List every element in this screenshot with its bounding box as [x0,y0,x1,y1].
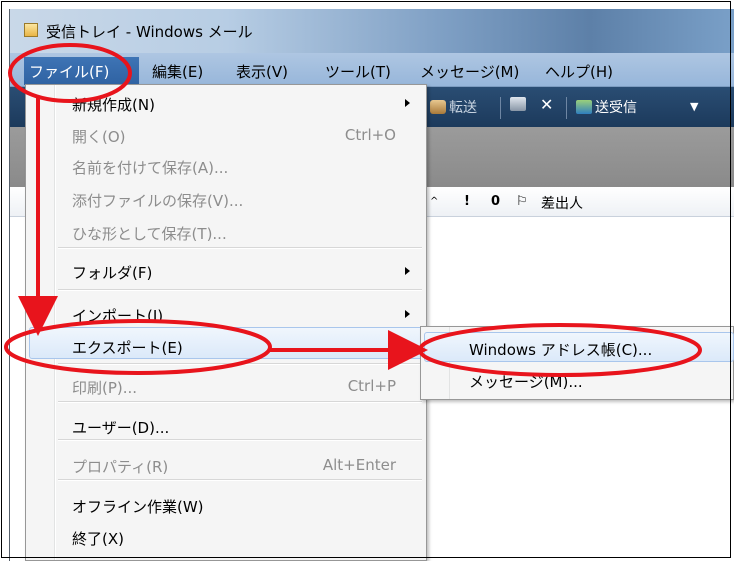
menu-help[interactable]: ヘルプ(H) [545,61,613,82]
menu-item-label: 新規作成(N) [72,96,155,114]
menu-item-label: 終了(X) [72,530,124,548]
menu-item-shortcut: Ctrl+O [344,126,396,144]
menu-bar: ファイル(F) 編集(E) 表示(V) ツール(T) メッセージ(M) ヘルプ(… [10,53,734,87]
chevron-down-icon: ▼ [690,100,699,113]
menu-item-shortcut: Ctrl+P [347,377,396,395]
menu-item-label: フォルダ(F) [72,264,153,282]
menu-item-save-attachments[interactable]: 添付ファイルの保存(V)... [28,184,424,214]
menu-item-identities[interactable]: ユーザー(D)... [28,411,424,441]
menu-separator [58,247,422,249]
forward-button[interactable]: 転送 [430,97,477,117]
delete-icon: ✕ [540,95,554,114]
menu-item-label: 印刷(P)... [72,379,138,397]
menu-item-export[interactable]: エクスポート(E) [28,331,424,361]
window-title: 受信トレイ - Windows メール [46,23,253,41]
menu-view[interactable]: 表示(V) [236,61,288,82]
menu-separator [58,401,422,403]
menu-item-label: エクスポート(E) [72,339,183,357]
submenu-arrow-icon [405,310,410,318]
send-receive-button[interactable]: 送受信 [576,97,637,117]
menu-item-import[interactable]: インポート(I) [28,299,424,329]
printer-icon [510,97,526,111]
menu-item-work-offline[interactable]: オフライン作業(W) [28,490,424,520]
mail-app-icon [24,23,38,37]
send-receive-icon [576,100,592,114]
forward-icon [430,100,446,114]
screenshot-stage: 受信トレイ - Windows メール ファイル(F) 編集(E) 表示(V) … [0,0,734,561]
send-receive-label: 送受信 [595,100,637,116]
menu-item-folder[interactable]: フォルダ(F) [28,256,424,286]
submenu-arrow-icon [405,99,410,107]
submenu-arrow-icon [405,267,410,275]
toolbar-separator [500,97,501,119]
file-menu-dropdown: 新規作成(N) 開く(O) Ctrl+O 名前を付けて保存(A)... 添付ファイルの保… [25,84,427,561]
menu-separator [58,363,422,365]
forward-label: 転送 [449,100,477,116]
menu-item-label: 名前を付けて保存(A)... [72,159,229,177]
menu-tools[interactable]: ツール(T) [325,61,391,82]
menu-separator [58,439,422,441]
export-windows-address-book-item[interactable]: Windows アドレス帳(C)... [469,339,652,360]
menu-item-save-as-stationery[interactable]: ひな形として保存(T)... [28,217,424,247]
menu-item-exit[interactable]: 終了(X) [28,522,424,552]
column-attachment[interactable]: 0 [491,194,500,209]
delete-button[interactable]: ✕ [540,95,553,115]
export-submenu: Windows アドレス帳(C)... メッセージ(M)... [420,326,734,400]
menu-item-print[interactable]: 印刷(P)... Ctrl+P [28,371,424,401]
export-messages-item[interactable]: メッセージ(M)... [469,371,583,392]
menu-edit[interactable]: 編集(E) [152,61,203,82]
menu-item-new[interactable]: 新規作成(N) [28,88,424,118]
menu-item-label: ひな形として保存(T)... [72,225,227,243]
menu-item-label: 添付ファイルの保存(V)... [72,192,244,210]
sort-indicator-icon[interactable]: ^ [430,196,438,207]
menu-item-shortcut: Alt+Enter [322,456,396,474]
menu-item-open[interactable]: 開く(O) Ctrl+O [28,120,424,150]
column-flag[interactable]: ⚐ [516,194,528,209]
menu-item-label: インポート(I) [72,307,164,325]
column-priority[interactable]: ! [464,194,470,209]
print-button[interactable] [510,97,529,117]
menu-message[interactable]: メッセージ(M) [420,61,519,82]
menu-separator [58,479,422,481]
menu-item-label: オフライン作業(W) [72,498,204,516]
send-receive-dropdown[interactable]: ▼ [690,100,698,120]
menu-file[interactable]: ファイル(F) [29,61,109,82]
column-sender[interactable]: 差出人 [541,193,583,213]
title-bar[interactable]: 受信トレイ - Windows メール [10,9,734,53]
toolbar-separator [566,97,567,119]
menu-item-label: 開く(O) [72,128,126,146]
menu-item-label: ユーザー(D)... [72,419,170,437]
menu-item-save-as[interactable]: 名前を付けて保存(A)... [28,151,424,181]
menu-item-properties[interactable]: プロパティ(R) Alt+Enter [28,450,424,480]
menu-separator [58,289,422,291]
menu-item-label: プロパティ(R) [72,458,169,476]
